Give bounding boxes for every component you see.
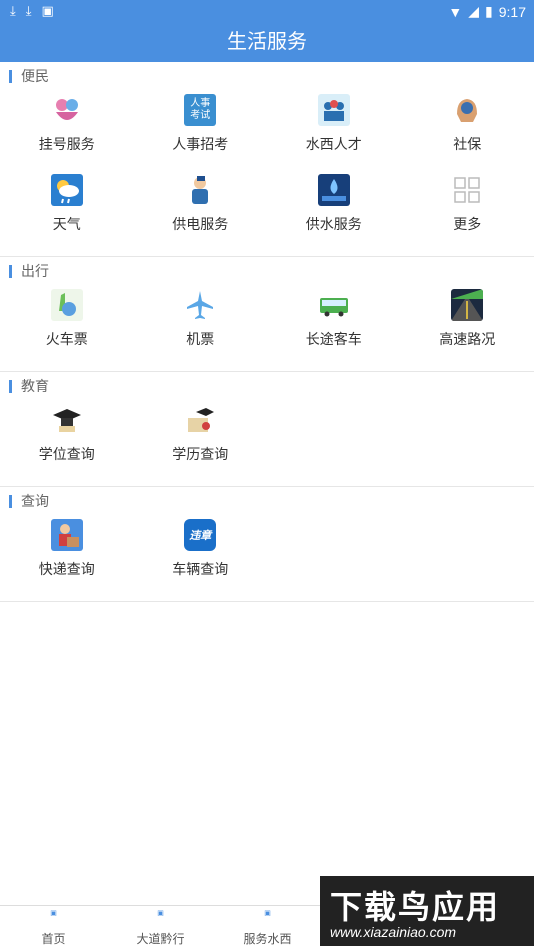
section-education: 教育 学位查询 学历查询: [0, 372, 534, 487]
tile-exam[interactable]: 人事考试 人事招考: [134, 90, 268, 170]
vehicle-icon: 违章: [184, 519, 217, 551]
section-convenience: 便民 挂号服务 人事考试 人事招考 水西人才 社保 天气 供电服务 供水服务 更…: [0, 62, 534, 257]
nav-dadao[interactable]: ▣ 大道黔行: [107, 906, 214, 950]
tile-talent[interactable]: 水西人才: [267, 90, 401, 170]
diploma-icon: [184, 404, 216, 436]
section-title: 便民: [21, 68, 49, 84]
road-icon: ▣: [157, 910, 164, 917]
tile-plane[interactable]: 机票: [134, 285, 268, 365]
tile-bus[interactable]: 长途客车: [267, 285, 401, 365]
tile-degree[interactable]: 学位查询: [0, 400, 134, 480]
tile-social-security[interactable]: 社保: [401, 90, 534, 170]
highway-icon: [451, 289, 484, 321]
section-marker: [9, 379, 12, 393]
graduation-cap-icon: [51, 404, 83, 436]
social-security-icon: [451, 94, 483, 126]
nav-service[interactable]: ▣ 服务水西: [214, 906, 321, 950]
section-marker: [9, 494, 12, 508]
courier-icon: [50, 519, 83, 551]
clock: 9:17: [498, 3, 526, 20]
watermark: 下载鸟应用 www.xiazainiao.com: [320, 876, 534, 946]
tile-train[interactable]: 火车票: [0, 285, 134, 365]
section-marker: [9, 69, 12, 83]
wifi-icon: ▼: [448, 3, 463, 20]
service-list: 便民 挂号服务 人事考试 人事招考 水西人才 社保 天气 供电服务 供水服务 更…: [0, 62, 534, 602]
water-icon: [317, 174, 350, 206]
app-title: 生活服务: [0, 24, 534, 62]
tile-diploma[interactable]: 学历查询: [134, 400, 268, 480]
tile-highway[interactable]: 高速路况: [401, 285, 534, 365]
download-icon: ⤓: [25, 3, 32, 18]
tile-courier[interactable]: 快递查询: [0, 515, 134, 595]
more-grid-icon: [451, 174, 483, 206]
tile-weather[interactable]: 天气: [0, 170, 134, 250]
nav-home[interactable]: ▣ 首页: [0, 906, 107, 950]
section-title: 教育: [21, 378, 49, 394]
home-icon: ▣: [50, 910, 57, 917]
section-travel: 出行 火车票 机票 长途客车 高速路况: [0, 257, 534, 372]
tile-more[interactable]: 更多: [401, 170, 534, 250]
section-title: 出行: [21, 263, 49, 279]
section-query: 查询 快递查询 违章 车辆查询: [0, 487, 534, 602]
battery-icon: ▮: [485, 3, 493, 19]
power-icon: [184, 174, 216, 206]
tile-water[interactable]: 供水服务: [267, 170, 401, 250]
service-icon: ▣: [264, 910, 271, 917]
notification-icon: ▣: [41, 3, 54, 18]
download-icon: ⤓: [10, 3, 16, 18]
bus-icon: [318, 289, 350, 321]
section-title: 查询: [21, 493, 49, 509]
status-bar: ⤓ ⤓ ▣ ▼ ◢ ▮ 9:17: [0, 0, 534, 24]
tile-power[interactable]: 供电服务: [134, 170, 268, 250]
train-icon: [50, 289, 83, 321]
exam-icon: 人事考试: [184, 94, 217, 126]
weather-icon: [50, 174, 83, 206]
hospital-icon: [51, 94, 83, 126]
tile-vehicle[interactable]: 违章 车辆查询: [134, 515, 268, 595]
talent-icon: [317, 94, 350, 126]
section-marker: [9, 264, 12, 278]
tile-hospital[interactable]: 挂号服务: [0, 90, 134, 170]
plane-icon: [184, 289, 216, 321]
signal-icon: ◢: [468, 3, 480, 19]
